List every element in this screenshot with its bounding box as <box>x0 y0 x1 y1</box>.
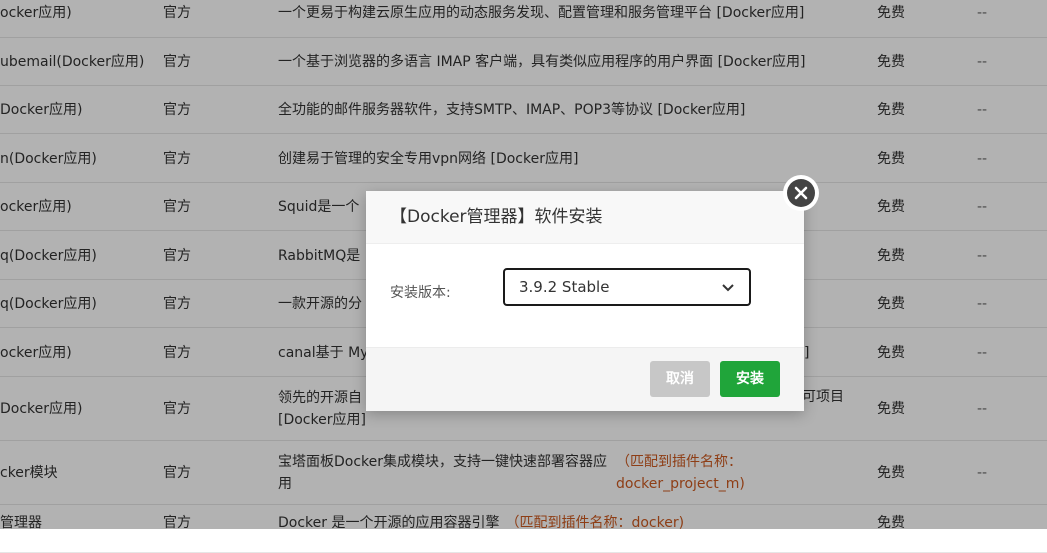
cancel-button[interactable]: 取消 <box>650 361 710 397</box>
dialog-title: 【Docker管理器】软件安装 <box>366 191 804 244</box>
close-icon <box>787 179 815 207</box>
version-label: 安装版本: <box>390 285 451 301</box>
install-dialog: 【Docker管理器】软件安装 安装版本: 3.9.2 Stable 取消 安装 <box>366 191 804 411</box>
version-select-value: 3.9.2 Stable <box>519 278 610 296</box>
version-select[interactable]: 3.9.2 Stable <box>503 268 751 306</box>
install-button[interactable]: 安装 <box>720 361 780 397</box>
dialog-footer: 取消 安装 <box>366 347 804 411</box>
chevron-down-icon <box>722 284 734 292</box>
close-button[interactable] <box>783 175 819 211</box>
dialog-body: 安装版本: 3.9.2 Stable <box>366 244 804 347</box>
